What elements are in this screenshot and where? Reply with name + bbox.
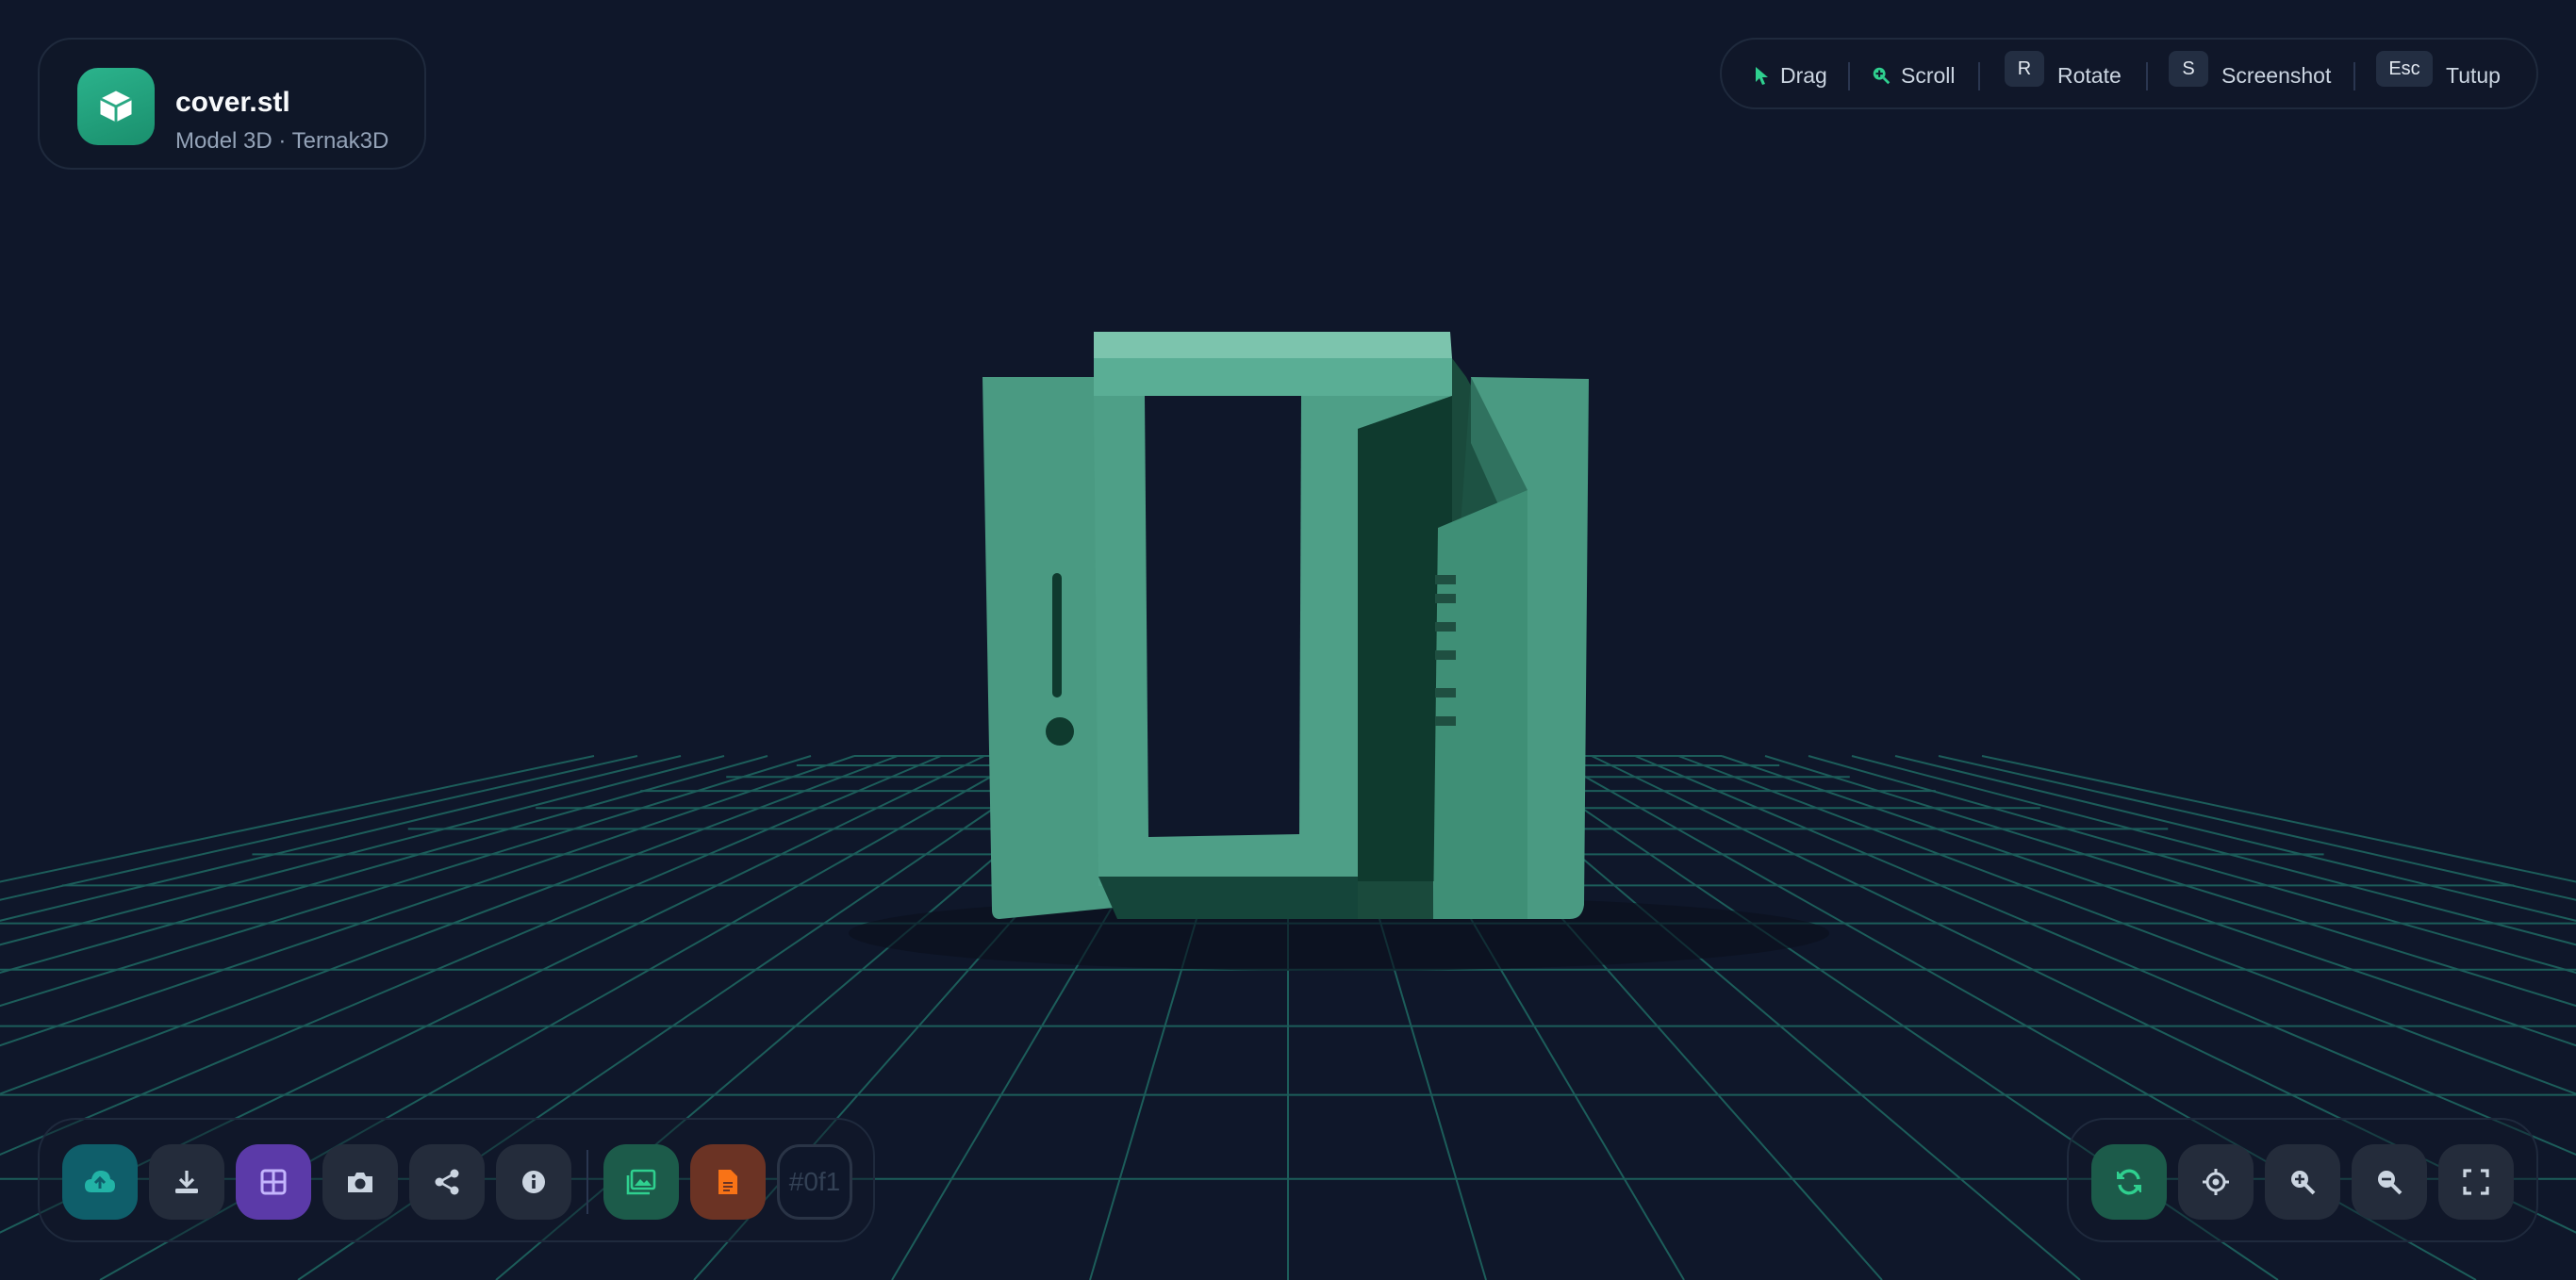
refresh-icon	[2117, 1169, 2141, 1195]
model-viewport[interactable]	[0, 0, 2576, 1280]
controls-hint-bar: Drag Scroll R Rotate S Screenshot Esc Tu…	[1720, 38, 2538, 109]
hint-label-rotate: Rotate	[2057, 62, 2122, 88]
file-icon	[718, 1170, 737, 1194]
file-info-card: cover.stl Model 3D · Ternak3D	[38, 38, 426, 170]
share-button[interactable]	[409, 1144, 485, 1220]
share-icon	[435, 1169, 459, 1195]
grid-icon	[260, 1169, 287, 1195]
file-name: cover.stl	[175, 87, 290, 118]
info-button[interactable]	[496, 1144, 571, 1220]
hint-label-drag: Drag	[1780, 62, 1827, 88]
zoom-in-icon	[2291, 1171, 2316, 1195]
key-r: R	[2005, 51, 2044, 87]
center-button[interactable]	[2178, 1144, 2254, 1220]
key-esc: Esc	[2376, 51, 2433, 87]
hint-close: Esc Tutup	[2376, 40, 2501, 111]
hint-screenshot: S Screenshot	[2169, 40, 2331, 111]
zoom-in-button[interactable]	[2265, 1144, 2340, 1220]
hint-drag: Drag	[1754, 40, 1827, 111]
crosshair-icon	[2203, 1169, 2229, 1195]
zoom-out-button[interactable]	[2352, 1144, 2427, 1220]
camera-icon	[348, 1173, 372, 1192]
hint-label-scroll: Scroll	[1901, 62, 1956, 88]
cube-icon	[77, 68, 155, 145]
image-icon	[626, 1169, 656, 1195]
zoom-icon	[1871, 65, 1891, 86]
download-icon	[175, 1171, 198, 1193]
cursor-icon	[1754, 65, 1771, 86]
fullscreen-icon	[2463, 1169, 2489, 1195]
view-toolbar	[2067, 1118, 2538, 1242]
hint-scroll: Scroll	[1871, 40, 1956, 111]
fullscreen-button[interactable]	[2438, 1144, 2514, 1220]
camera-button[interactable]	[322, 1144, 398, 1220]
export-image-button[interactable]	[603, 1144, 679, 1220]
file-subtitle: Model 3D · Ternak3D	[175, 128, 389, 154]
grid-toggle-button[interactable]	[236, 1144, 311, 1220]
color-picker[interactable]: #0f1	[777, 1144, 852, 1220]
key-s: S	[2169, 51, 2208, 87]
auto-rotate-button[interactable]	[2091, 1144, 2167, 1220]
export-pdf-button[interactable]	[690, 1144, 766, 1220]
info-icon	[522, 1171, 545, 1193]
hint-label-close: Tutup	[2446, 62, 2501, 88]
download-button[interactable]	[149, 1144, 224, 1220]
cloud-upload-icon	[85, 1171, 115, 1192]
action-toolbar: #0f1	[38, 1118, 875, 1242]
upload-button[interactable]	[62, 1144, 138, 1220]
hint-rotate: R Rotate	[2005, 40, 2122, 111]
hint-label-screenshot: Screenshot	[2221, 62, 2332, 88]
zoom-out-icon	[2378, 1171, 2403, 1195]
